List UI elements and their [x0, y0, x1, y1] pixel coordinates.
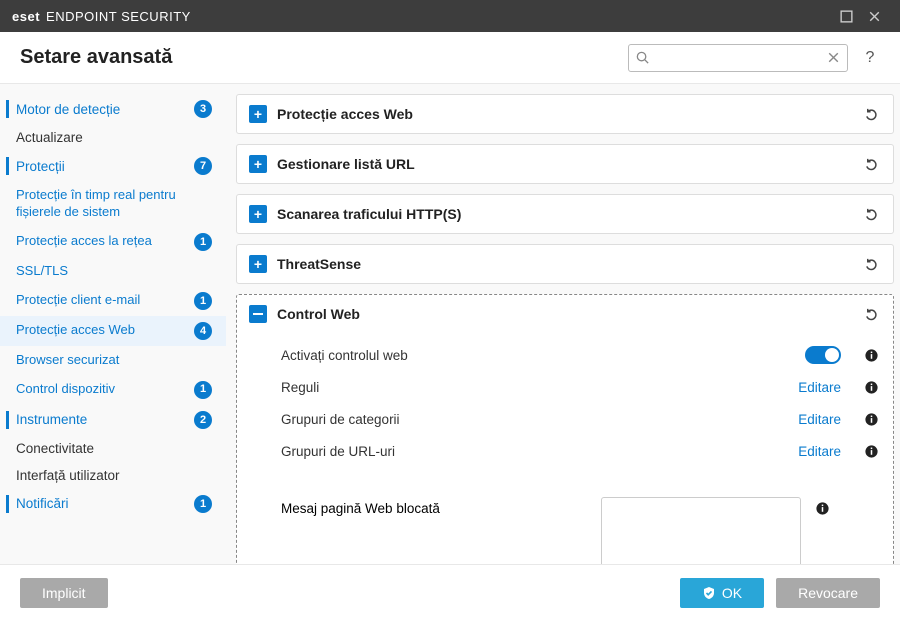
sidebar-item-ui[interactable]: Interfață utilizator	[0, 462, 226, 489]
search-icon	[635, 50, 650, 65]
row-enable-web-control: Activați controlul web	[281, 339, 881, 371]
row-blocked-message: Mesaj pagină Web blocată	[281, 497, 881, 564]
sidebar-sub-realtime[interactable]: Protecție în timp real pentru fișierele …	[0, 181, 226, 227]
search-input[interactable]	[650, 50, 826, 65]
sidebar-sub-device[interactable]: Control dispozitiv 1	[0, 375, 226, 405]
undo-icon[interactable]	[861, 157, 881, 172]
row-url-groups: Grupuri de URL-uri Editare	[281, 435, 881, 467]
panel-header[interactable]: Scanarea traficului HTTP(S)	[237, 195, 893, 233]
sidebar: Motor de detecție 3 Actualizare Protecți…	[0, 84, 226, 564]
sidebar-item-protections[interactable]: Protecții 7	[0, 151, 226, 181]
row-rules: Reguli Editare	[281, 371, 881, 403]
badge: 1	[194, 233, 212, 251]
blocked-message-textarea[interactable]	[601, 497, 801, 564]
default-button[interactable]: Implicit	[20, 578, 108, 608]
toggle-enable-web-control[interactable]	[805, 346, 841, 364]
header: Setare avansată ?	[0, 32, 900, 84]
panel-url-list: Gestionare listă URL	[236, 144, 894, 184]
sidebar-item-label: Instrumente	[16, 412, 188, 427]
sidebar-item-label: Motor de detecție	[16, 102, 188, 117]
row-category-groups: Grupuri de categorii Editare	[281, 403, 881, 435]
badge: 1	[194, 292, 212, 310]
sidebar-item-label: Interfață utilizator	[16, 468, 212, 483]
window-close-icon[interactable]	[860, 2, 888, 30]
info-icon[interactable]	[861, 444, 881, 459]
undo-icon[interactable]	[861, 257, 881, 272]
badge: 2	[194, 411, 212, 429]
help-icon[interactable]: ?	[860, 48, 880, 68]
sidebar-item-label: Protecții	[16, 159, 188, 174]
expand-icon[interactable]	[249, 155, 267, 173]
window-maximize-icon[interactable]	[832, 2, 860, 30]
panel-body: Activați controlul web Reguli Editare Gr…	[237, 333, 893, 564]
titlebar: eset ENDPOINT SECURITY	[0, 0, 900, 32]
badge: 4	[194, 322, 212, 340]
panel-control-web: Control Web Activați controlul web Regul…	[236, 294, 894, 564]
product-name: ENDPOINT SECURITY	[46, 9, 191, 24]
expand-icon[interactable]	[249, 105, 267, 123]
sidebar-item-notifications[interactable]: Notificări 1	[0, 489, 226, 519]
sidebar-item-connectivity[interactable]: Conectivitate	[0, 435, 226, 462]
sidebar-sub-ssltls[interactable]: SSL/TLS	[0, 257, 226, 286]
panel-web-access: Protecție acces Web	[236, 94, 894, 134]
sidebar-item-label: Conectivitate	[16, 441, 212, 456]
undo-icon[interactable]	[861, 107, 881, 122]
footer: Implicit OK Revocare	[0, 564, 900, 620]
sidebar-sub-network[interactable]: Protecție acces la rețea 1	[0, 227, 226, 257]
sidebar-item-label: Notificări	[16, 496, 188, 511]
expand-icon[interactable]	[249, 205, 267, 223]
cancel-button[interactable]: Revocare	[776, 578, 880, 608]
page-title: Setare avansată	[20, 46, 616, 69]
badge: 1	[194, 495, 212, 513]
panel-header[interactable]: Gestionare listă URL	[237, 145, 893, 183]
sidebar-sub-browser[interactable]: Browser securizat	[0, 346, 226, 375]
expand-icon[interactable]	[249, 255, 267, 273]
edit-link-rules[interactable]: Editare	[798, 380, 841, 395]
shield-check-icon	[702, 586, 716, 600]
sidebar-item-update[interactable]: Actualizare	[0, 124, 226, 151]
ok-button[interactable]: OK	[680, 578, 764, 608]
brand-logo: eset	[12, 9, 40, 24]
info-icon[interactable]	[861, 348, 881, 363]
panel-http-scan: Scanarea traficului HTTP(S)	[236, 194, 894, 234]
panel-header[interactable]: ThreatSense	[237, 245, 893, 283]
sidebar-item-detection-engine[interactable]: Motor de detecție 3	[0, 94, 226, 124]
panel-threatsense: ThreatSense	[236, 244, 894, 284]
sidebar-item-tools[interactable]: Instrumente 2	[0, 405, 226, 435]
info-icon[interactable]	[815, 497, 830, 521]
info-icon[interactable]	[861, 380, 881, 395]
badge: 3	[194, 100, 212, 118]
panel-header[interactable]: Protecție acces Web	[237, 95, 893, 133]
sidebar-item-label: Actualizare	[16, 130, 212, 145]
clear-search-icon[interactable]	[826, 50, 841, 65]
badge: 7	[194, 157, 212, 175]
undo-icon[interactable]	[861, 207, 881, 222]
collapse-icon[interactable]	[249, 305, 267, 323]
info-icon[interactable]	[861, 412, 881, 427]
edit-link-urls[interactable]: Editare	[798, 444, 841, 459]
undo-icon[interactable]	[861, 307, 881, 322]
edit-link-categories[interactable]: Editare	[798, 412, 841, 427]
panel-header[interactable]: Control Web	[237, 295, 893, 333]
sidebar-sub-web-access[interactable]: Protecție acces Web 4	[0, 316, 226, 346]
sidebar-sub-email[interactable]: Protecție client e-mail 1	[0, 286, 226, 316]
badge: 1	[194, 381, 212, 399]
search-box[interactable]	[628, 44, 848, 72]
main-content: Protecție acces Web Gestionare listă URL…	[226, 84, 900, 564]
